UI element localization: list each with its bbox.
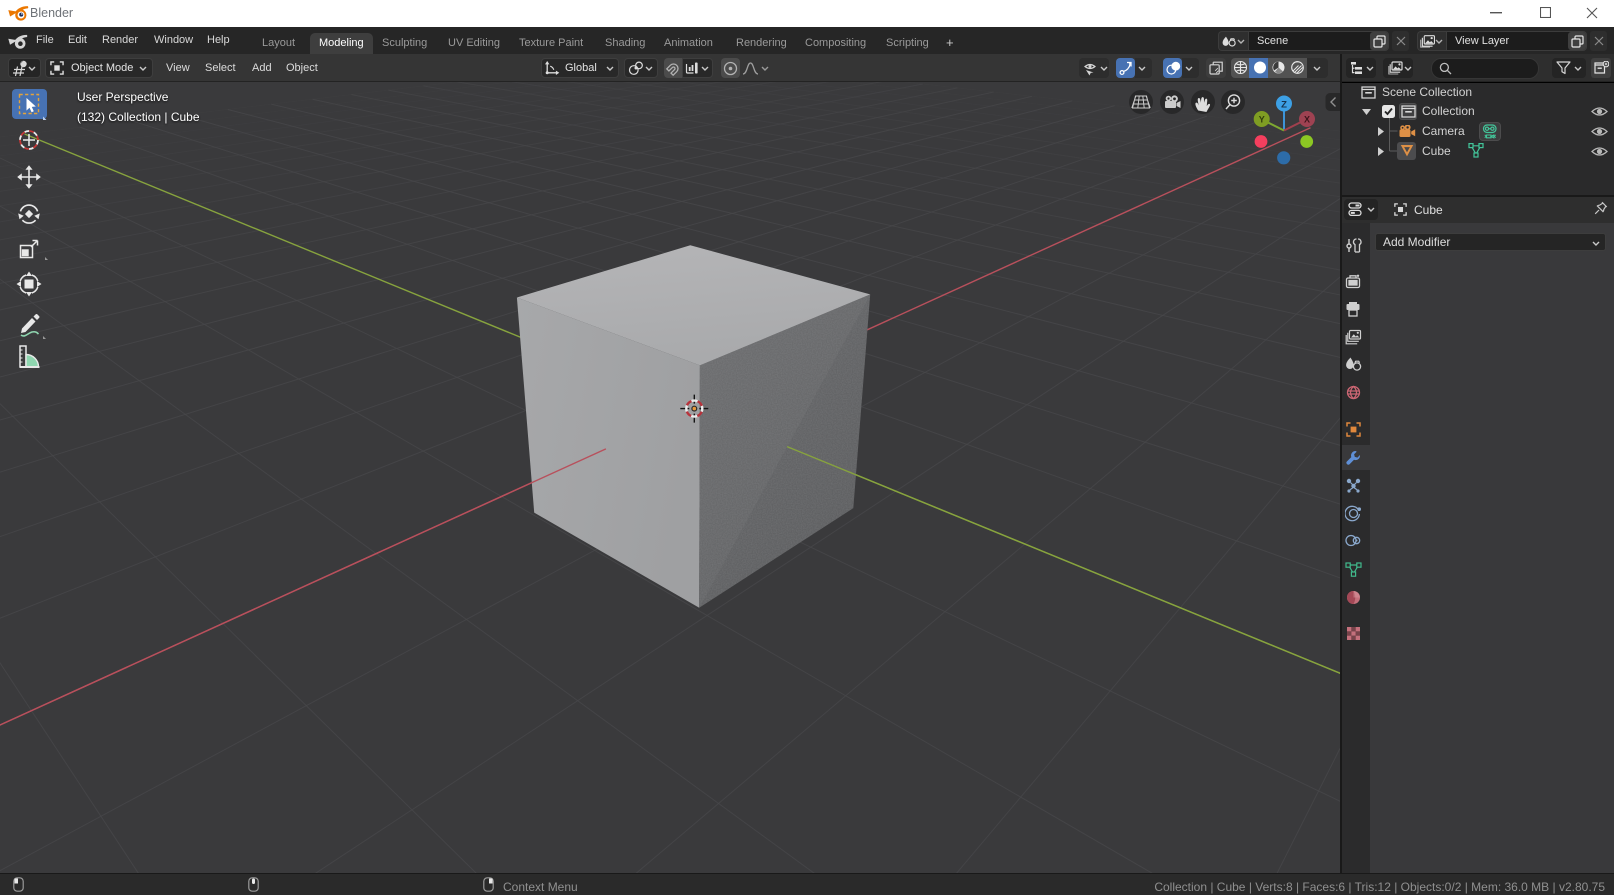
svg-text:Y: Y [1259, 115, 1265, 125]
svg-text:Z: Z [1281, 99, 1287, 110]
svg-text:X: X [1304, 115, 1310, 125]
